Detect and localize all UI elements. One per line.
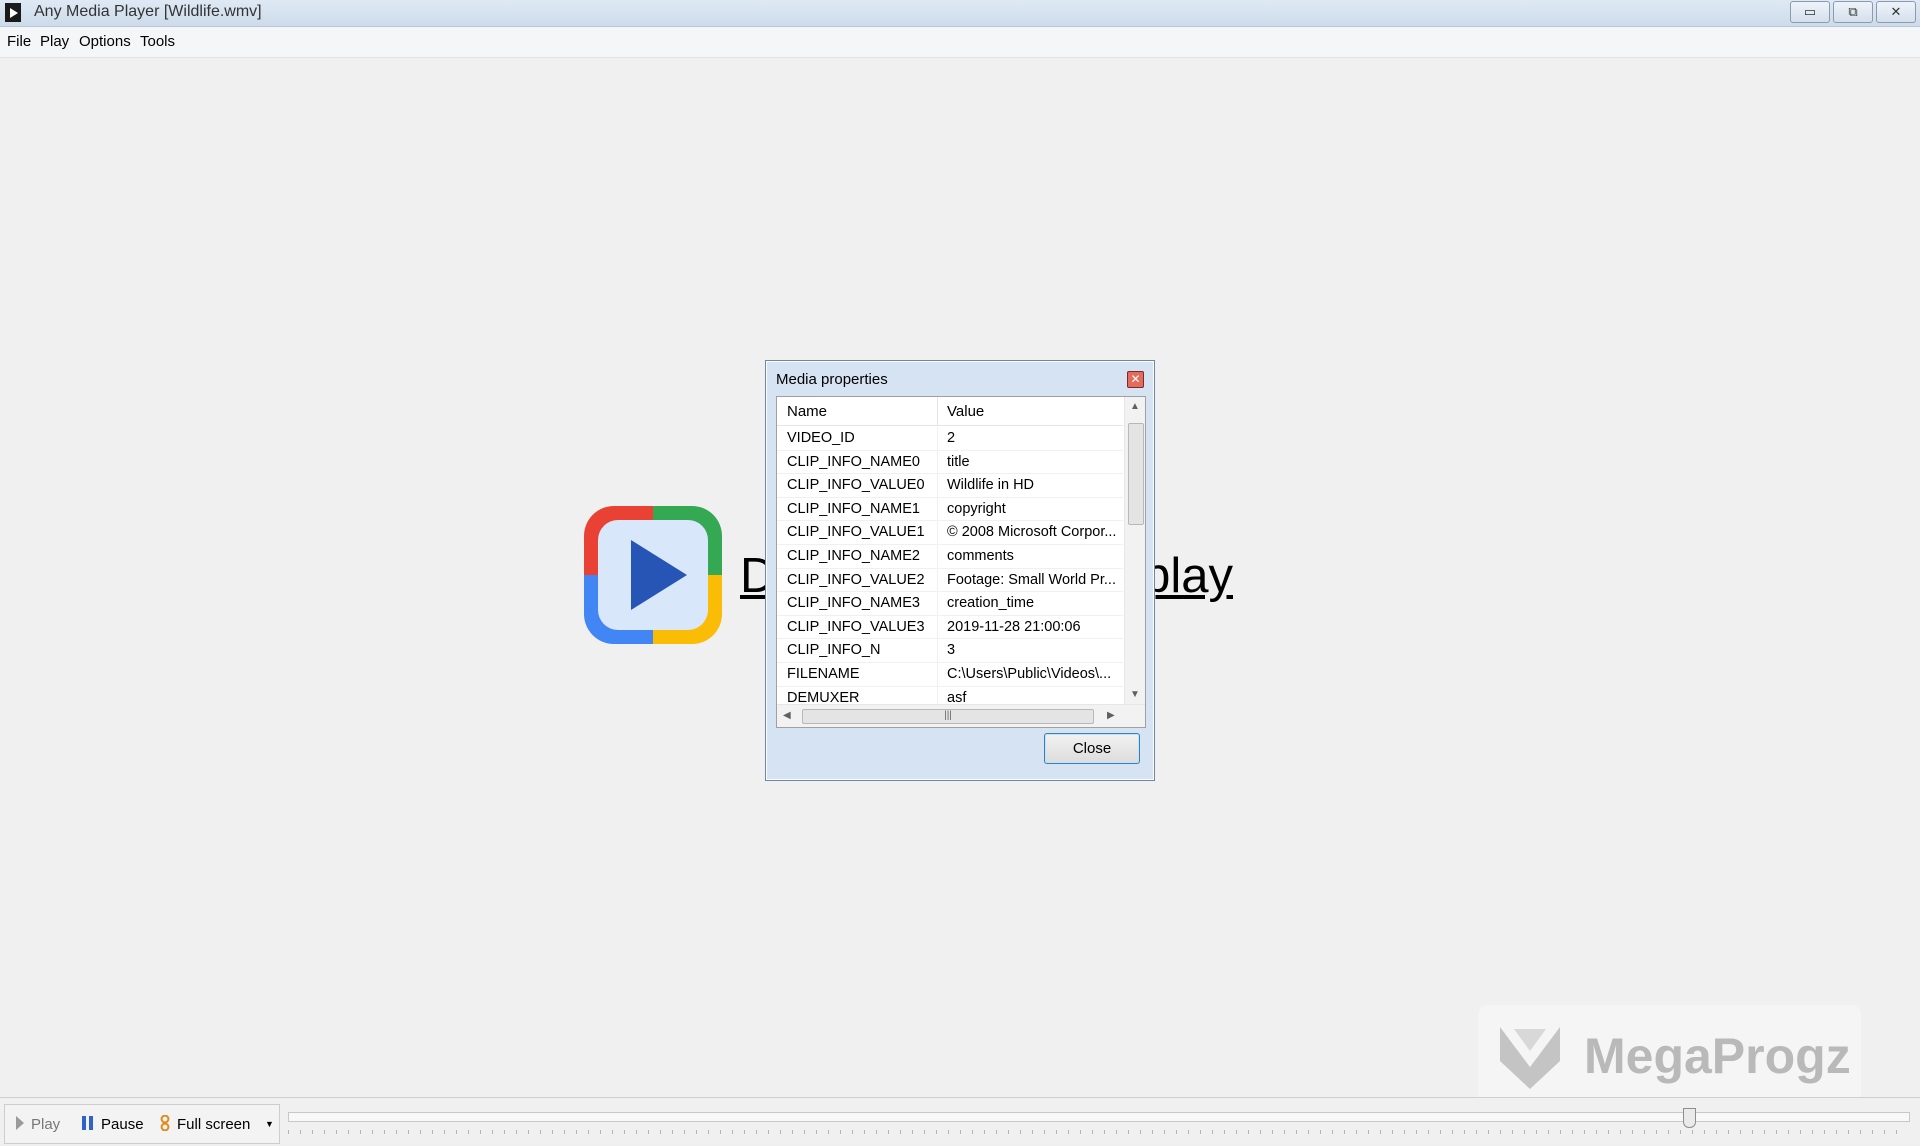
property-value: © 2008 Microsoft Corpor... [947,524,1117,541]
media-player-icon [5,3,21,22]
close-window-button[interactable]: ✕ [1876,1,1916,23]
vertical-scroll-thumb[interactable] [1128,423,1144,525]
list-item[interactable]: CLIP_INFO_NAME2 comments [777,544,1123,569]
property-value: title [947,453,970,470]
property-name: CLIP_INFO_NAME1 [787,500,920,517]
list-item[interactable]: FILENAME C:\Users\Public\Videos\... [777,662,1123,687]
menu-bar: File Play Options Tools [0,27,1920,58]
seek-bar[interactable] [288,1108,1910,1138]
media-properties-dialog: Media properties ✕ Name Value VIDEO_ID 2 C… [765,360,1155,781]
list-rows: VIDEO_ID 2 CLIP_INFO_NAME0 title CLIP_INFO_V… [777,427,1123,711]
seek-ticks [288,1130,1908,1134]
property-name: FILENAME [787,665,860,682]
property-name: CLIP_INFO_N [787,642,881,659]
property-value: creation_time [947,595,1035,612]
player-logo-icon [584,506,722,644]
seek-track[interactable] [288,1112,1910,1122]
window-title: Any Media Player [Wildlife.wmv] [34,3,262,20]
menu-play[interactable]: Play [40,33,69,50]
property-name: CLIP_INFO_NAME3 [787,595,920,612]
play-label: Play [31,1116,61,1133]
property-name: CLIP_INFO_NAME0 [787,453,920,470]
list-header: Name Value [777,397,1123,426]
fullscreen-label: Full screen [177,1116,251,1133]
list-item[interactable]: CLIP_INFO_N 3 [777,639,1123,663]
list-item[interactable]: CLIP_INFO_VALUE0 Wildlife in HD [777,474,1123,498]
column-header-name[interactable]: Name [787,403,827,420]
dialog-close-icon[interactable]: ✕ [1127,371,1144,388]
property-value: comments [947,547,1014,564]
property-value: Wildlife in HD [947,477,1035,494]
scroll-up-icon[interactable]: ▲ [1130,401,1140,412]
chevron-down-icon[interactable]: ▼ [265,1119,274,1129]
menu-tools[interactable]: Tools [140,33,175,50]
pause-icon [82,1116,93,1130]
watermark: MegaProgz [1478,1005,1861,1110]
property-name: CLIP_INFO_VALUE2 [787,571,925,588]
menu-options[interactable]: Options [79,33,131,50]
control-bar: Play Pause Full screen ▼ [0,1097,1920,1146]
property-value: 2019-11-28 21:00:06 [947,618,1081,635]
play-button[interactable]: Play [15,1115,60,1133]
scroll-right-icon[interactable]: ▶ [1107,710,1115,721]
seek-thumb[interactable] [1683,1108,1696,1128]
horizontal-scroll-thumb[interactable]: ||| [802,709,1094,724]
property-value: Footage: Small World Pr... [947,571,1116,588]
list-item[interactable]: CLIP_INFO_VALUE3 2019-11-28 21:00:06 [777,615,1123,640]
fullscreen-icon [160,1115,170,1131]
column-header-value[interactable]: Value [947,403,984,420]
restore-button[interactable]: ⧉ [1833,1,1873,23]
property-name: CLIP_INFO_VALUE0 [787,477,925,494]
play-icon [16,1116,24,1130]
megaprogz-logo-icon [1500,1027,1560,1089]
property-name: CLIP_INFO_NAME2 [787,547,920,564]
playback-toolbar: Play Pause Full screen ▼ [4,1104,280,1144]
scroll-down-icon[interactable]: ▼ [1130,689,1140,700]
list-item[interactable]: CLIP_INFO_NAME0 title [777,450,1123,475]
pause-button[interactable]: Pause [81,1115,144,1133]
menu-file[interactable]: File [7,33,31,50]
vertical-scrollbar[interactable]: ▲ ▼ [1124,397,1145,704]
properties-list[interactable]: Name Value VIDEO_ID 2 CLIP_INFO_NAME0 title… [776,396,1146,728]
property-value: copyright [947,500,1006,517]
list-item[interactable]: CLIP_INFO_VALUE2 Footage: Small World Pr.… [777,568,1123,593]
watermark-text: MegaProgz [1584,1028,1851,1084]
fullscreen-button[interactable]: Full screen [159,1115,250,1133]
property-value: 2 [947,430,956,446]
property-name: CLIP_INFO_VALUE3 [787,618,925,635]
list-item[interactable]: CLIP_INFO_VALUE1 © 2008 Microsoft Corpor.… [777,521,1123,545]
horizontal-scrollbar[interactable]: ◀ ||| ▶ [777,704,1145,727]
list-item[interactable]: CLIP_INFO_NAME1 copyright [777,497,1123,522]
scroll-left-icon[interactable]: ◀ [783,710,791,721]
property-name: CLIP_INFO_VALUE1 [787,524,925,541]
play-triangle-icon [631,540,687,610]
close-button[interactable]: Close [1044,733,1140,764]
list-item[interactable]: VIDEO_ID 2 [777,427,1123,451]
dialog-title: Media properties [776,371,888,388]
property-value: C:\Users\Public\Videos\... [947,665,1112,682]
property-value: 3 [947,642,956,659]
title-bar: Any Media Player [Wildlife.wmv] ▭ ⧉ ✕ [0,0,1920,27]
list-item[interactable]: CLIP_INFO_NAME3 creation_time [777,592,1123,616]
pause-label: Pause [101,1116,144,1133]
property-name: VIDEO_ID [787,430,855,446]
minimize-button[interactable]: ▭ [1790,1,1830,23]
